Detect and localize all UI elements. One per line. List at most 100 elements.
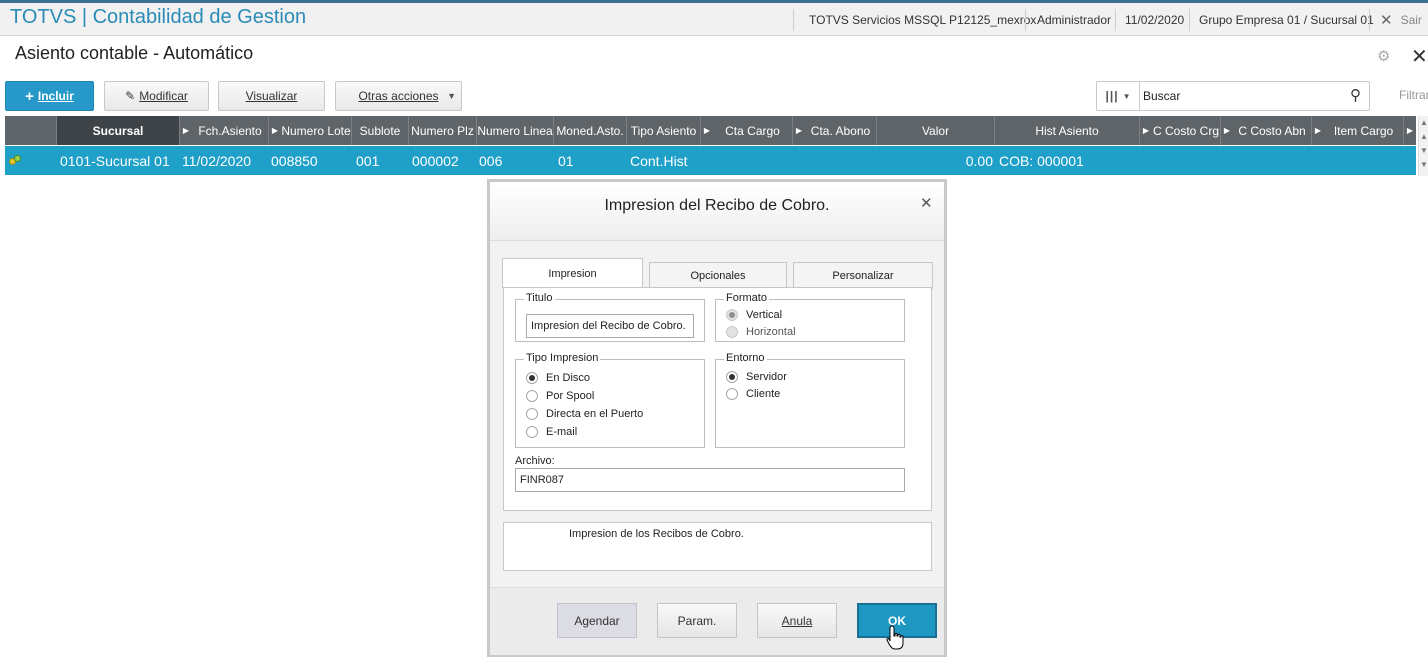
description-box: Impresion de los Recibos de Cobro. bbox=[503, 522, 932, 571]
grid-column-c-costo-abn[interactable]: C Costo Abn bbox=[1233, 116, 1312, 145]
grid-column-sublote[interactable]: Sublote bbox=[352, 116, 409, 145]
radio-directa-puerto[interactable]: Directa en el Puerto bbox=[526, 408, 643, 420]
radio-icon bbox=[526, 408, 538, 420]
search-box[interactable]: ||| ▼ Buscar ⚲ bbox=[1096, 81, 1370, 111]
formato-group: Formato Vertical Horizontal bbox=[715, 292, 905, 342]
divider bbox=[1189, 9, 1190, 31]
titulo-input[interactable]: Impresion del Recibo de Cobro. bbox=[526, 314, 694, 338]
grid-column-moned-asto[interactable]: Moned.Asto. bbox=[554, 116, 627, 145]
grid-column-cta-abono[interactable]: Cta. Abono bbox=[805, 116, 877, 145]
grid-column-tipo-asiento[interactable]: Tipo Asiento bbox=[627, 116, 701, 145]
radio-label: Por Spool bbox=[546, 390, 595, 402]
grid-column-item-cargo[interactable]: Item Cargo bbox=[1324, 116, 1404, 145]
column-arrow-icon[interactable]: ▶ bbox=[1221, 116, 1233, 145]
cell-sucursal: 0101-Sucursal 01 bbox=[60, 152, 170, 169]
column-arrow-icon[interactable]: ▶ bbox=[269, 116, 281, 145]
cell-plz: 000002 bbox=[412, 152, 459, 169]
exit-button[interactable]: ✕ Sair bbox=[1380, 3, 1422, 36]
search-input[interactable]: Buscar bbox=[1143, 89, 1180, 103]
visualizar-button[interactable]: Visualizar bbox=[218, 81, 325, 111]
radio-label: Cliente bbox=[746, 388, 781, 400]
description-text: Impresion de los Recibos de Cobro. bbox=[569, 528, 744, 540]
grid-column-c-costo-crg[interactable]: C Costo Crg bbox=[1152, 116, 1221, 145]
hand-cursor-icon bbox=[886, 625, 904, 650]
radio-label: Horizontal bbox=[746, 326, 796, 338]
filter-link[interactable]: Filtrar bbox=[1399, 88, 1428, 102]
param-button[interactable]: Param. bbox=[657, 603, 737, 638]
close-icon: ✕ bbox=[1380, 11, 1393, 29]
cell-linea: 006 bbox=[479, 152, 503, 169]
cell-moneda: 01 bbox=[558, 152, 574, 169]
grid-column-valor[interactable]: Valor bbox=[877, 116, 995, 145]
radio-label: Servidor bbox=[746, 371, 787, 383]
column-arrow-icon[interactable]: ▶ bbox=[180, 116, 192, 145]
radio-label: Vertical bbox=[746, 309, 783, 321]
tab-label: Opcionales bbox=[690, 269, 746, 282]
radio-label: E-mail bbox=[546, 426, 578, 438]
tab-personalizar[interactable]: Personalizar bbox=[793, 262, 933, 289]
column-arrow-icon[interactable]: ▶ bbox=[1140, 116, 1152, 145]
column-arrow-icon[interactable]: ▶ bbox=[793, 116, 805, 145]
columns-button[interactable]: ||| ▼ bbox=[1097, 82, 1140, 110]
search-icon[interactable]: ⚲ bbox=[1350, 86, 1361, 104]
gear-icon[interactable]: ⚙ bbox=[1377, 47, 1390, 65]
grid-column-hist-asiento[interactable]: Hist Asiento bbox=[995, 116, 1140, 145]
tab-opcionales[interactable]: Opcionales bbox=[649, 262, 787, 289]
otras-acciones-button[interactable]: Otras acciones ▼ bbox=[335, 81, 462, 111]
grid-column-cta-cargo[interactable]: Cta Cargo bbox=[713, 116, 793, 145]
grid-column-sucursal[interactable]: Sucursal bbox=[57, 116, 180, 145]
radio-vertical[interactable]: Vertical bbox=[726, 309, 782, 321]
radio-email[interactable]: E-mail bbox=[526, 426, 577, 438]
close-icon[interactable]: ✕ bbox=[920, 194, 933, 212]
app-title: TOTVS | Contabilidad de Gestion bbox=[10, 6, 307, 28]
grid-column-numero-lote[interactable]: Numero Lote bbox=[281, 116, 352, 145]
plus-icon: + bbox=[25, 87, 34, 105]
radio-icon bbox=[726, 388, 738, 400]
grid-column-numero-plz[interactable]: Numero Plz bbox=[409, 116, 477, 145]
visualizar-label: Visualizar bbox=[245, 89, 298, 103]
cell-valor: 0.00 bbox=[965, 152, 993, 169]
modificar-label: Modificar bbox=[139, 89, 188, 103]
dialog-footer: Agendar Param. Anula OK bbox=[490, 587, 944, 655]
dialog-header: Impresion del Recibo de Cobro. ✕ bbox=[490, 182, 944, 241]
incluir-button[interactable]: + Incluir bbox=[5, 81, 94, 111]
table-row[interactable]: 0101-Sucursal 01 11/02/2020 008850 001 0… bbox=[5, 146, 1416, 175]
cell-lote: 008850 bbox=[271, 152, 318, 169]
radio-horizontal[interactable]: Horizontal bbox=[726, 326, 796, 338]
cell-fecha: 11/02/2020 bbox=[182, 152, 252, 169]
radio-cliente[interactable]: Cliente bbox=[726, 388, 780, 400]
column-arrow-icon[interactable]: ▶ bbox=[1404, 116, 1416, 145]
archivo-input[interactable]: FINR087 bbox=[515, 468, 905, 492]
anula-button[interactable]: Anula bbox=[757, 603, 837, 638]
anula-label: Anula bbox=[781, 613, 813, 628]
date-label: 11/02/2020 bbox=[1125, 12, 1185, 27]
caret-down-icon: ▼ bbox=[1122, 91, 1131, 101]
cell-hist: COB: 000001 bbox=[999, 152, 1084, 169]
radio-en-disco[interactable]: En Disco bbox=[526, 372, 590, 384]
dialog-title: Impresion del Recibo de Cobro. bbox=[604, 197, 830, 214]
vertical-scrollbar[interactable]: ▲ ▲ ▼ ▼ bbox=[1418, 116, 1428, 176]
radio-por-spool[interactable]: Por Spool bbox=[526, 390, 594, 402]
cell-tipo: Cont.Hist bbox=[630, 152, 688, 169]
company-label: Grupo Empresa 01 / Sucursal 01 bbox=[1199, 12, 1374, 27]
radio-icon bbox=[726, 371, 738, 383]
scroll-down-icon[interactable]: ▼ bbox=[1419, 144, 1428, 158]
grid-column-fch-asiento[interactable]: Fch.Asiento bbox=[192, 116, 269, 145]
column-arrow-icon[interactable]: ▶ bbox=[1312, 116, 1324, 145]
scroll-down-icon[interactable]: ▼ bbox=[1419, 158, 1428, 172]
formato-label: Formato bbox=[724, 292, 769, 304]
grid-column-numero-linea[interactable]: Numero Linea bbox=[477, 116, 554, 145]
tab-impresion[interactable]: Impresion bbox=[502, 258, 643, 288]
close-icon[interactable]: ✕ bbox=[1411, 44, 1428, 69]
tipo-impresion-label: Tipo Impresion bbox=[524, 352, 601, 364]
cell-sublote: 001 bbox=[356, 152, 380, 169]
column-arrow-icon[interactable]: ▶ bbox=[701, 116, 713, 145]
radio-servidor[interactable]: Servidor bbox=[726, 371, 787, 383]
modificar-button[interactable]: ✎ Modificar bbox=[104, 81, 209, 111]
agendar-button[interactable]: Agendar bbox=[557, 603, 637, 638]
grid-header: Sucursal ▶ Fch.Asiento ▶ Numero Lote Sub… bbox=[5, 116, 1416, 145]
divider bbox=[1025, 9, 1026, 31]
scroll-up-icon[interactable]: ▲ bbox=[1419, 130, 1428, 144]
scroll-up-icon[interactable]: ▲ bbox=[1419, 116, 1428, 130]
status-icon bbox=[9, 155, 21, 166]
